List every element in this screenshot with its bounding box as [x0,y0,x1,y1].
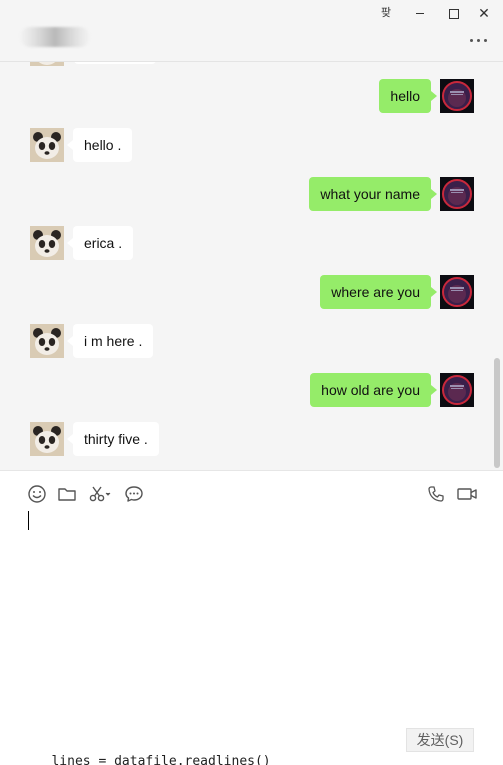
background-window-text: lines = datafile.readlines() [28,755,271,765]
video-camera-icon[interactable] [456,483,478,505]
my-avatar[interactable] [440,177,474,211]
contact-avatar-partial [30,62,64,66]
contact-avatar[interactable] [30,128,64,162]
maximize-button[interactable] [442,4,464,22]
my-avatar[interactable] [440,79,474,113]
received-message-bubble[interactable]: i m here . [66,324,154,358]
received-message-bubble[interactable]: erica . [66,226,134,260]
contact-avatar[interactable] [30,422,64,456]
folder-icon[interactable] [56,483,78,505]
message-composer: 发送(S) lines = datafile.readlines() [0,470,503,765]
title-bar: 팢 ✕ [0,0,503,62]
text-input-caret[interactable] [28,511,29,530]
message-bubble-partial [74,62,156,64]
contact-avatar[interactable] [30,226,64,260]
sent-message-bubble[interactable]: where are you [320,275,437,309]
my-avatar[interactable] [440,275,474,309]
close-button[interactable]: ✕ [473,4,495,22]
sent-message-bubble[interactable]: hello [379,79,437,113]
minimize-button[interactable] [409,4,431,22]
sent-message-bubble[interactable]: how old are you [310,373,437,407]
scissors-icon[interactable] [87,483,115,505]
received-message-bubble[interactable]: hello . [66,128,133,162]
more-options-icon[interactable] [466,30,492,50]
chat-bubble-icon[interactable] [123,483,145,505]
chat-window: 팢 ✕ hello hello . what your name erica .… [0,0,503,765]
pin-window-icon[interactable]: 팢 [375,4,397,22]
my-avatar[interactable] [440,373,474,407]
emoji-icon[interactable] [26,483,48,505]
send-button[interactable]: 发送(S) [406,728,474,752]
contact-name-blurred [20,27,90,47]
contact-avatar[interactable] [30,324,64,358]
message-list[interactable]: hello hello . what your name erica . whe… [0,62,503,470]
received-message-bubble[interactable]: thirty five . [67,422,159,456]
phone-icon[interactable] [425,483,447,505]
sent-message-bubble[interactable]: what your name [309,177,437,211]
chat-scrollbar[interactable] [494,358,500,468]
